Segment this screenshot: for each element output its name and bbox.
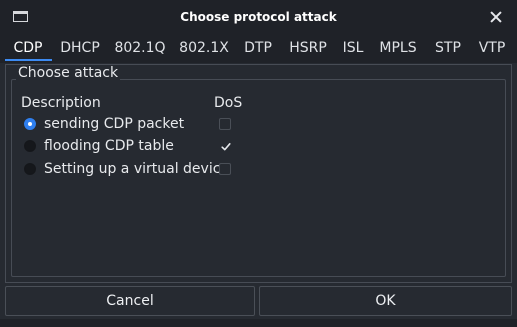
dos-header: DoS [214, 95, 243, 111]
attack-label: Setting up a virtual device [44, 161, 230, 177]
active-tab-indicator [5, 59, 52, 61]
dos-checkbox [219, 163, 231, 175]
tab-bar: CDP DHCP 802.1Q 802.1X DTP HSRP ISL MPLS… [0, 35, 517, 63]
ok-button[interactable]: OK [259, 286, 512, 316]
window-title: Choose protocol attack [180, 10, 337, 24]
attack-radio-setting-up-virtual-device[interactable] [24, 163, 36, 175]
dialog-window: Choose protocol attack CDP DHCP 802.1Q 8… [0, 0, 517, 327]
tab-8021q[interactable]: 802.1Q [113, 39, 167, 57]
close-icon[interactable] [488, 9, 504, 25]
tab-stp[interactable]: STP [430, 39, 466, 57]
tab-mpls[interactable]: MPLS [376, 39, 420, 57]
tab-dtp[interactable]: DTP [240, 39, 276, 57]
tab-hsrp[interactable]: HSRP [286, 39, 330, 57]
groupbox-title: Choose attack [16, 65, 121, 81]
title-bar[interactable]: Choose protocol attack [0, 0, 517, 35]
window-bottom-edge [0, 319, 517, 327]
tab-vtp[interactable]: VTP [474, 39, 510, 57]
checkmark-icon [221, 142, 231, 151]
dos-checkbox [219, 140, 231, 152]
tab-cdp[interactable]: CDP [8, 39, 48, 57]
tab-isl[interactable]: ISL [339, 39, 367, 57]
description-header: Description [21, 95, 101, 111]
cancel-button[interactable]: Cancel [5, 286, 255, 316]
attack-radio-sending-cdp-packet[interactable] [24, 118, 36, 130]
dos-checkbox [219, 118, 231, 130]
attack-label: sending CDP packet [44, 116, 185, 132]
attack-radio-flooding-cdp-table[interactable] [24, 140, 36, 152]
tab-8021x[interactable]: 802.1X [178, 39, 230, 57]
tab-dhcp[interactable]: DHCP [58, 39, 102, 57]
attack-label: flooding CDP table [44, 138, 174, 154]
tab-content-panel: Choose attack Description DoS sending CD… [5, 64, 512, 283]
